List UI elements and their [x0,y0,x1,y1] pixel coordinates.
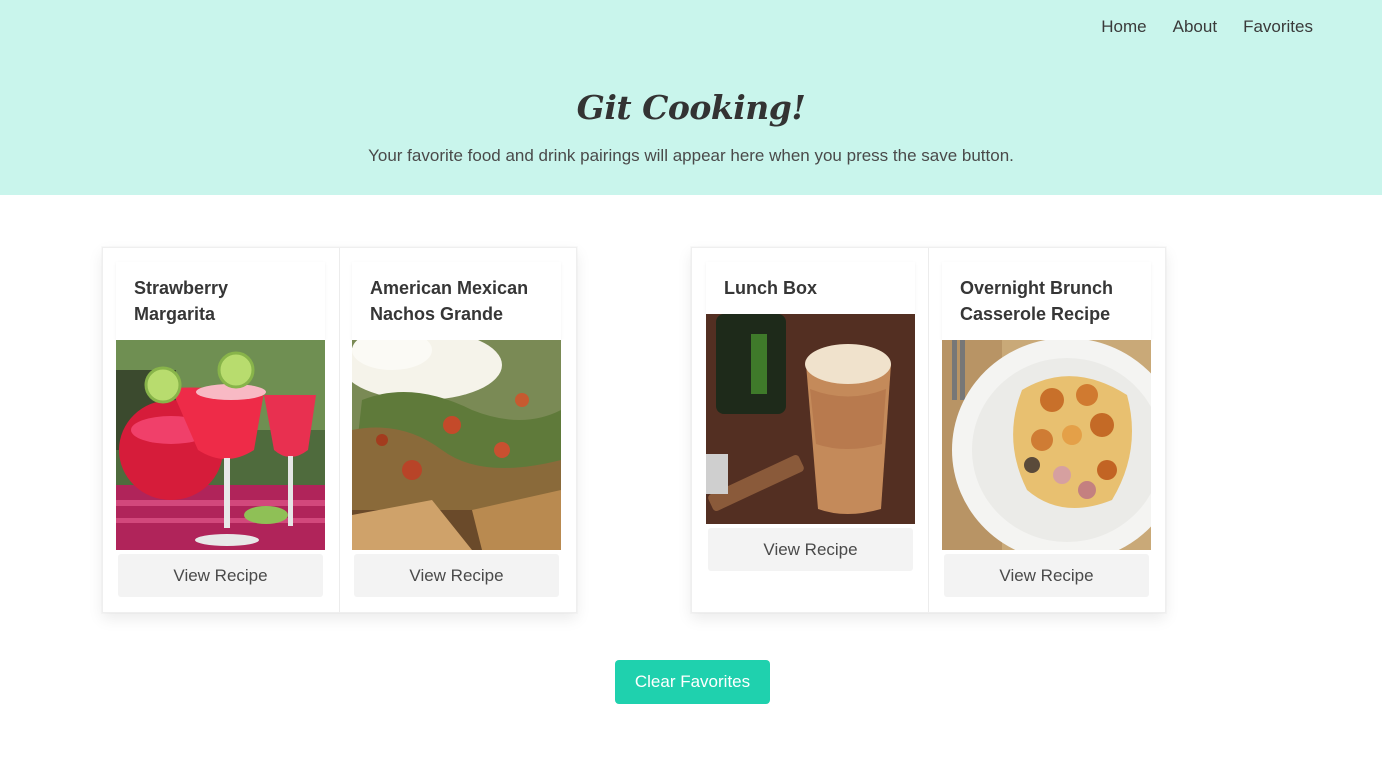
nav-link-home[interactable]: Home [1101,17,1146,37]
top-nav: Home About Favorites [1101,17,1313,37]
drink-card: Strawberry Margarita View Recipe [116,262,325,597]
view-recipe-button[interactable]: View Recipe [354,554,559,597]
pairing-divider [928,248,929,612]
food-image [942,340,1151,550]
food-title: American Mexican Nachos Grande [352,262,561,340]
view-recipe-button[interactable]: View Recipe [708,528,913,571]
drink-card: Lunch Box View Recipe [706,262,915,571]
nav-link-about[interactable]: About [1173,17,1217,37]
nav-link-favorites[interactable]: Favorites [1243,17,1313,37]
page-title: Git Cooking! [576,88,806,127]
clear-favorites-button[interactable]: Clear Favorites [615,660,770,704]
hero-banner: Home About Favorites Git Cooking! Your f… [0,0,1382,195]
food-card: American Mexican Nachos Grande View Reci… [352,262,561,597]
food-card: Overnight Brunch Casserole Recipe View R… [942,262,1151,597]
food-image [352,340,561,550]
pairing-divider [339,248,340,612]
drink-title: Lunch Box [706,262,915,314]
pairing-group: Strawberry Margarita View Recipe America… [102,247,577,613]
drink-title: Strawberry Margarita [116,262,325,340]
pairing-group: Lunch Box View Recipe Overnight Brunch C… [691,247,1166,613]
food-title: Overnight Brunch Casserole Recipe [942,262,1151,340]
page-subtitle: Your favorite food and drink pairings wi… [368,146,1014,165]
view-recipe-button[interactable]: View Recipe [118,554,323,597]
drink-image [116,340,325,550]
view-recipe-button[interactable]: View Recipe [944,554,1149,597]
drink-image [706,314,915,524]
